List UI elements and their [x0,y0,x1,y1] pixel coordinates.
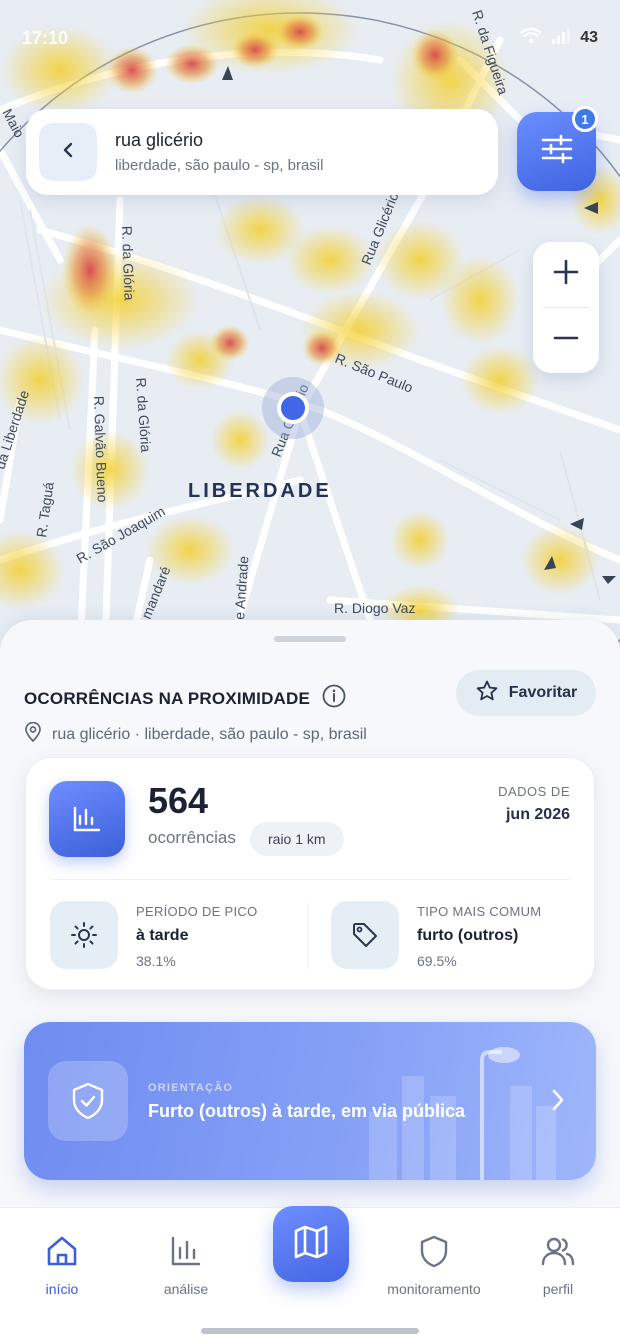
common-type-stat: TIPO MAIS COMUM furto (outros) 69.5% [331,901,541,969]
nav-item-perfil[interactable]: perfil [498,1234,618,1297]
home-indicator [201,1328,419,1334]
zoom-controls [533,242,599,373]
status-bar: 17:10 43 [22,24,598,52]
map-view[interactable]: R. da Figueira Maio R. da Glória Rua Gli… [0,0,620,650]
nav-item-monitoramento[interactable]: monitoramento [374,1234,494,1297]
nav-label: monitoramento [387,1281,481,1297]
chevron-left-icon [59,141,77,164]
zoom-out-button[interactable] [533,308,599,373]
filter-button[interactable]: 1 [517,106,598,191]
peak-period-percent: 38.1% [136,953,176,969]
section-title-text: OCORRÊNCIAS NA PROXIMIDADE [24,688,311,708]
district-label: LIBERDADE [188,480,332,502]
sliders-icon [541,134,573,169]
summary-card: 564 ocorrências raio 1 km DADOS DE jun 2… [25,757,595,990]
info-icon[interactable] [322,684,346,713]
shield-check-icon [48,1061,128,1141]
data-period-label: DADOS DE [498,784,570,799]
zoom-in-button[interactable] [533,242,599,307]
home-icon [45,1234,79,1271]
search-subtitle: liberdade, são paulo - sp, brasil [115,157,324,174]
orientation-text: Furto (outros) à tarde, em via pública [148,1101,466,1121]
battery-level: 43 [580,29,598,46]
tag-icon [331,901,399,969]
favorite-label: Favoritar [508,684,578,701]
occurrence-count: 564 [148,780,209,821]
filter-count-badge: 1 [572,106,598,132]
favorite-button[interactable]: Favoritar [456,670,596,716]
data-period-value: jun 2026 [505,806,570,823]
minus-icon [553,325,579,356]
common-type-label: TIPO MAIS COMUM [417,904,542,919]
nav-label: análise [163,1281,209,1297]
bottom-navigation: início análise monitoramento perfil [0,1206,620,1344]
chevron-right-icon [550,1088,566,1117]
map-pin-icon [24,721,42,747]
peak-period-value: à tarde [136,927,189,944]
map-canvas[interactable]: R. da Figueira Maio R. da Glória Rua Gli… [0,0,620,650]
signal-icon [552,27,571,49]
status-time: 17:10 [22,27,69,48]
location-line: rua glicério · liberdade, são paulo - sp… [24,721,367,747]
sheet-drag-handle[interactable] [274,636,346,642]
search-bar[interactable]: rua glicério liberdade, são paulo - sp, … [26,109,498,195]
bar-chart-icon [49,781,125,857]
bar-chart-icon [169,1234,203,1271]
plus-icon [553,259,579,290]
user-location-marker [262,377,324,439]
users-icon [541,1234,575,1271]
stat-divider [308,901,309,969]
nav-label: perfil [542,1281,574,1297]
location-text: rua glicério · liberdade, são paulo - sp… [52,725,367,743]
occurrence-count-label: ocorrências [148,828,236,847]
radius-badge: raio 1 km [250,822,344,856]
peak-period-label: PERÍODO DE PICO [136,904,258,919]
card-divider [50,879,570,880]
nav-item-analise[interactable]: análise [126,1234,246,1297]
star-icon [475,679,499,708]
peak-period-stat: PERÍODO DE PICO à tarde 38.1% [50,901,258,969]
wifi-icon [520,27,542,49]
nav-item-map[interactable] [273,1206,349,1282]
orientation-card[interactable]: ORIENTAÇÃO Furto (outros) à tarde, em vi… [24,1022,596,1180]
section-title: OCORRÊNCIAS NA PROXIMIDADE [24,684,346,713]
back-button[interactable] [39,123,97,181]
map-icon [293,1225,329,1264]
common-type-value: furto (outros) [417,927,519,944]
search-title: rua glicério [115,130,204,150]
street-label: R. Diogo Vaz [334,600,415,616]
street-label: R. da Glória [119,226,138,301]
sun-icon [50,901,118,969]
nav-item-inicio[interactable]: início [2,1234,122,1297]
orientation-label: ORIENTAÇÃO [148,1082,234,1094]
common-type-percent: 69.5% [417,953,457,969]
shield-icon [417,1234,451,1271]
bottom-sheet: OCORRÊNCIAS NA PROXIMIDADE Favoritar rua… [0,620,620,1210]
nav-label: início [45,1281,79,1297]
